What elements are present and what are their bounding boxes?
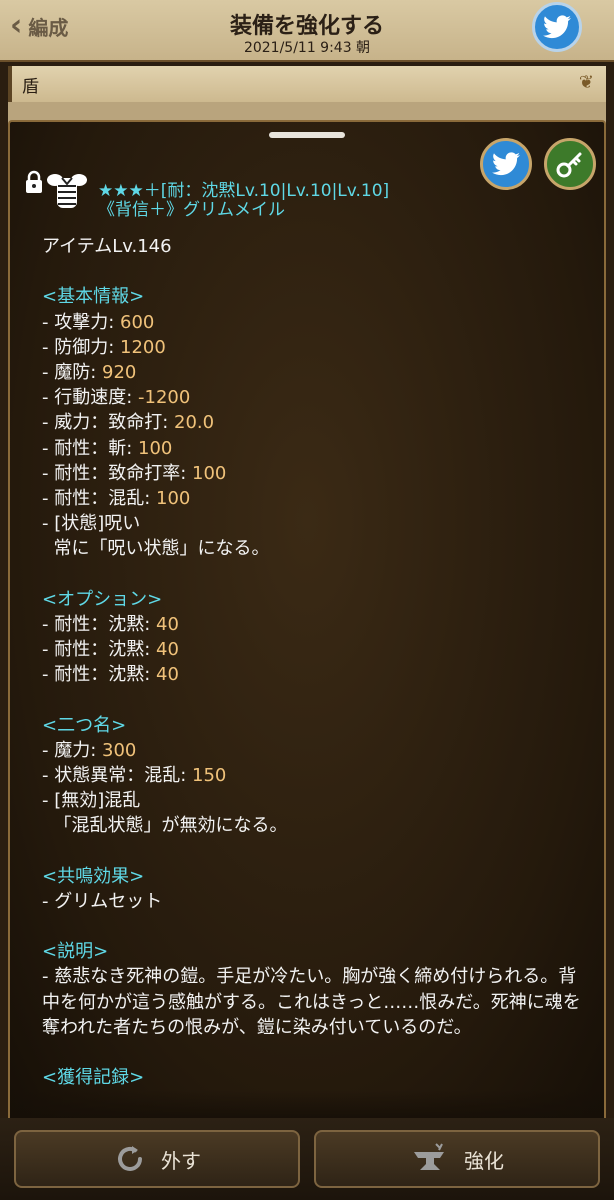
- sheet-drag-handle[interactable]: [269, 132, 345, 138]
- top-header: ‹ 編成 装備を強化する 2021/5/11 9:43 朝: [0, 0, 614, 62]
- item-details: アイテムLv.146 <基本情報> - 攻撃力: 600 - 防御力: 1200…: [42, 234, 582, 1090]
- section-header-description: <説明>: [42, 941, 109, 963]
- option-row: - 耐性：沈黙: 40: [42, 664, 179, 686]
- stat-row: - 耐性：致命打率: 100: [42, 462, 227, 484]
- item-name: 《背信＋》グリムメイル: [98, 200, 285, 220]
- resonance-item: - グリムセット: [42, 890, 163, 912]
- header-twitter-button[interactable]: [532, 2, 582, 52]
- section-header-resonance: <共鳴効果>: [42, 865, 145, 887]
- category-strip: 盾 ❦: [8, 66, 606, 102]
- effect-description: 「混乱状態」が無効になる。: [42, 815, 288, 837]
- stat-row: - 攻撃力: 600: [42, 311, 155, 333]
- remove-button[interactable]: 外す: [14, 1130, 300, 1188]
- lock-icon[interactable]: [24, 170, 44, 194]
- category-label: 盾: [22, 77, 39, 97]
- effect-name: - [無効]混乱: [42, 790, 141, 812]
- section-header-alias: <二つ名>: [42, 714, 127, 736]
- remove-label: 外す: [161, 1148, 201, 1173]
- stat-row: - 耐性：斬: 100: [42, 437, 173, 459]
- datetime: 2021/5/11 9:43 朝: [243, 40, 371, 56]
- stat-row: - 行動速度: -1200: [42, 387, 191, 409]
- action-bar: 外す 強化: [0, 1118, 614, 1200]
- enhance-label: 強化: [464, 1148, 504, 1173]
- twitter-icon: [543, 15, 571, 39]
- key-icon: [556, 152, 582, 178]
- item-description: - 慈悲なき死神の鎧。手足が冷たい。胸が強く締め付けられる。背中を何かが這う感触…: [42, 966, 581, 1038]
- section-header-record: <獲得記録>: [42, 1067, 145, 1089]
- share-twitter-button[interactable]: [480, 138, 532, 190]
- key-button[interactable]: [544, 138, 596, 190]
- item-level: アイテムLv.146: [42, 236, 172, 257]
- stat-row: - 威力：致命打: 20.0: [42, 412, 215, 434]
- enhance-button[interactable]: 強化: [314, 1130, 600, 1188]
- ornament-icon: ❦: [578, 72, 594, 93]
- option-row: - 耐性：沈黙: 40: [42, 639, 179, 660]
- stat-row: - 防御力: 1200: [42, 336, 166, 358]
- section-header-options: <オプション>: [42, 588, 163, 610]
- effect-name: - [状態]呪い: [42, 513, 141, 535]
- stat-row: - 魔防: 920: [42, 361, 137, 383]
- armor-icon: [47, 174, 87, 208]
- item-detail-sheet: ★★★＋[耐：沈黙Lv.10|Lv.10|Lv.10] 《背信＋》グリムメイル …: [8, 120, 606, 1120]
- refresh-icon: [113, 1142, 147, 1176]
- twitter-icon: [492, 152, 520, 176]
- section-header-basic: <基本情報>: [42, 286, 145, 308]
- stat-row: - 耐性：混乱: 100: [42, 487, 191, 509]
- alias-row: - 魔力: 300: [42, 739, 137, 761]
- anvil-icon: [410, 1142, 450, 1176]
- page-title: 装備を強化する: [229, 14, 384, 39]
- alias-row: - 状態異常：混乱: 150: [42, 764, 227, 786]
- option-row: - 耐性：沈黙: 40: [42, 613, 179, 635]
- effect-description: 常に「呪い状態」になる。: [42, 538, 270, 560]
